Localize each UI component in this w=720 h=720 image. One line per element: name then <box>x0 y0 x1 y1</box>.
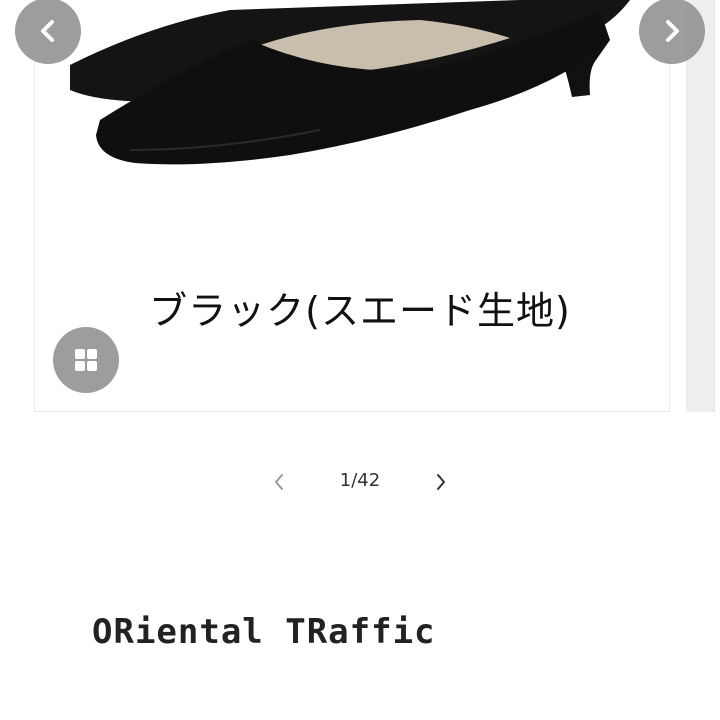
grid-icon <box>75 349 97 371</box>
chevron-right-icon <box>666 20 679 42</box>
chevron-left-icon <box>41 20 54 42</box>
product-color-caption: ブラック(スエード生地) <box>149 289 571 333</box>
gallery-prev-button[interactable] <box>15 0 81 64</box>
gallery-pager: 1/42 <box>0 468 720 496</box>
brand-name[interactable]: ORiental TRaffic <box>92 612 436 652</box>
pager-next-button[interactable] <box>430 470 452 494</box>
gallery-next-button[interactable] <box>639 0 705 64</box>
gallery-grid-button[interactable] <box>53 327 119 393</box>
chevron-right-icon <box>437 474 445 490</box>
pager-counter: 1/42 <box>339 470 381 491</box>
chevron-left-icon <box>275 474 283 490</box>
product-image-shoe <box>70 0 630 165</box>
pager-prev-button[interactable] <box>268 470 290 494</box>
